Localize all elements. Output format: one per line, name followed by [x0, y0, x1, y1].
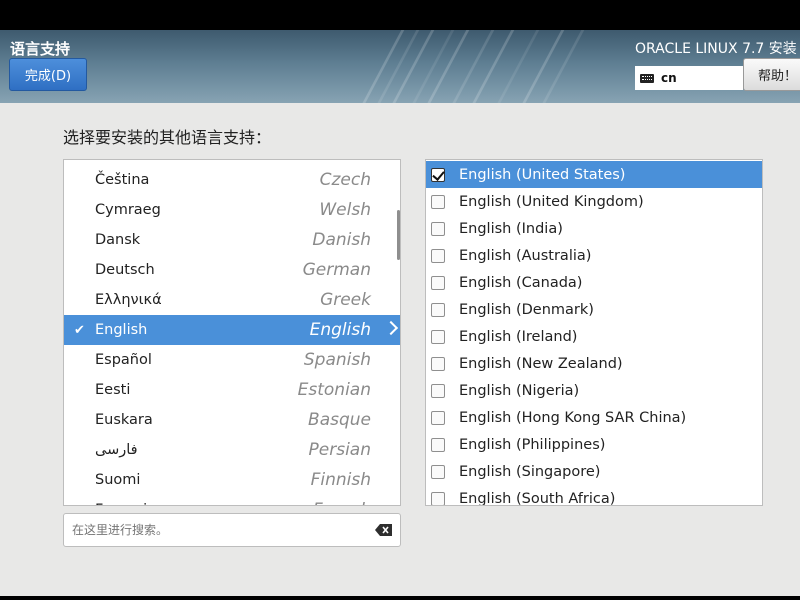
spoke-title: 语言支持	[10, 40, 71, 58]
locale-checkbox[interactable]	[431, 167, 445, 182]
locale-row[interactable]: English (Canada)	[426, 269, 762, 296]
clear-search-icon[interactable]	[375, 524, 392, 536]
language-english-name: Welsh	[319, 200, 371, 220]
language-english-name: Estonian	[297, 380, 371, 400]
language-row[interactable]: ✔ English English	[64, 315, 400, 345]
language-english-name: Danish	[312, 230, 371, 250]
language-native-name: Deutsch	[95, 262, 155, 278]
locale-row[interactable]: English (South Africa)	[426, 485, 762, 506]
locale-label: English (Canada)	[459, 274, 583, 291]
locale-checkbox[interactable]	[431, 491, 445, 505]
language-row[interactable]: Ελληνικά Greek	[64, 285, 400, 315]
locale-checkbox[interactable]	[431, 329, 445, 344]
locale-row[interactable]: English (Nigeria)	[426, 377, 762, 404]
locale-row[interactable]: English (Singapore)	[426, 458, 762, 485]
language-english-name: German	[302, 260, 371, 280]
language-native-name: Español	[95, 352, 152, 368]
selected-check-icon: ✔	[74, 322, 85, 338]
locale-row[interactable]: English (Australia)	[426, 242, 762, 269]
language-row[interactable]: Euskara Basque	[64, 405, 400, 435]
installer-screen: 语言支持 完成(D) ORACLE LINUX 7.7 安装 cn 帮助！ 选择…	[0, 30, 800, 596]
keyboard-layout-indicator[interactable]: cn	[635, 66, 743, 90]
locale-checkbox[interactable]	[431, 221, 445, 236]
locale-label: English (Nigeria)	[459, 382, 580, 399]
language-native-name: Dansk	[95, 232, 141, 248]
locale-checkbox[interactable]	[431, 194, 445, 209]
language-row[interactable]: Deutsch German	[64, 255, 400, 285]
locale-row[interactable]: English (Denmark)	[426, 296, 762, 323]
locale-checkbox[interactable]	[431, 248, 445, 263]
locale-row[interactable]: English (Ireland)	[426, 323, 762, 350]
locale-label: English (United Kingdom)	[459, 193, 644, 210]
language-row[interactable]: Čeština Czech	[64, 165, 400, 195]
keyboard-icon	[640, 73, 654, 83]
locale-checkbox[interactable]	[431, 437, 445, 452]
chevron-right-icon	[383, 320, 399, 336]
locale-row[interactable]: English (United Kingdom)	[426, 188, 762, 215]
language-native-name: Ελληνικά	[95, 292, 162, 308]
locale-label: English (India)	[459, 220, 563, 237]
language-english-name: English	[309, 320, 371, 340]
locale-label: English (Australia)	[459, 247, 592, 264]
language-row[interactable]: Suomi Finnish	[64, 465, 400, 495]
language-english-name: Persian	[308, 440, 371, 460]
keyboard-layout-code: cn	[661, 71, 677, 85]
locale-row[interactable]: English (Philippines)	[426, 431, 762, 458]
language-english-name: French	[313, 500, 371, 505]
language-english-name: Greek	[320, 290, 371, 310]
help-button[interactable]: 帮助！	[743, 58, 800, 91]
locale-label: English (United States)	[459, 166, 626, 183]
language-native-name: English	[95, 322, 148, 338]
language-native-name: فارسی	[95, 442, 138, 458]
locale-label: English (Denmark)	[459, 301, 594, 318]
language-english-name: Finnish	[310, 470, 371, 490]
language-english-name: Basque	[308, 410, 371, 430]
language-list-scrollbar[interactable]	[397, 210, 400, 260]
language-row[interactable]: Español Spanish	[64, 345, 400, 375]
locale-label: English (New Zealand)	[459, 355, 623, 372]
language-native-name: Cymraeg	[95, 202, 161, 218]
locale-row[interactable]: English (Hong Kong SAR China)	[426, 404, 762, 431]
language-native-name: Français	[95, 502, 155, 505]
locale-label: English (Singapore)	[459, 463, 601, 480]
language-row[interactable]: Cymraeg Welsh	[64, 195, 400, 225]
locale-label: English (Ireland)	[459, 328, 578, 345]
locale-label: English (Hong Kong SAR China)	[459, 409, 687, 426]
product-title: ORACLE LINUX 7.7 安装	[635, 41, 797, 57]
locale-row[interactable]: English (United States)	[426, 161, 762, 188]
locale-label: English (South Africa)	[459, 490, 616, 506]
header-bar: 语言支持 完成(D) ORACLE LINUX 7.7 安装 cn 帮助！	[0, 30, 800, 103]
locale-row[interactable]: English (New Zealand)	[426, 350, 762, 377]
language-english-name: Czech	[319, 170, 371, 190]
done-button[interactable]: 完成(D)	[9, 58, 87, 91]
language-english-name: Spanish	[303, 350, 371, 370]
locale-checkbox[interactable]	[431, 356, 445, 371]
language-row[interactable]: Français French	[64, 495, 400, 505]
language-native-name: Suomi	[95, 472, 141, 488]
language-native-name: Čeština	[95, 172, 150, 188]
language-search-input[interactable]	[63, 513, 401, 547]
locale-checkbox[interactable]	[431, 410, 445, 425]
language-row[interactable]: Eesti Estonian	[64, 375, 400, 405]
locale-list[interactable]: English (United States) English (United K…	[425, 159, 763, 506]
locale-row[interactable]: English (India)	[426, 215, 762, 242]
locale-label: English (Philippines)	[459, 436, 606, 453]
locale-checkbox[interactable]	[431, 383, 445, 398]
language-native-name: Euskara	[95, 412, 153, 428]
language-row[interactable]: فارسی Persian	[64, 435, 400, 465]
language-native-name: Eesti	[95, 382, 131, 398]
page-prompt: 选择要安装的其他语言支持：	[63, 128, 272, 147]
language-row[interactable]: Dansk Danish	[64, 225, 400, 255]
locale-checkbox[interactable]	[431, 302, 445, 317]
locale-checkbox[interactable]	[431, 464, 445, 479]
language-list[interactable]: Čeština Czech Cymraeg Welsh Dansk Danish Deuts…	[63, 159, 401, 506]
locale-checkbox[interactable]	[431, 275, 445, 290]
